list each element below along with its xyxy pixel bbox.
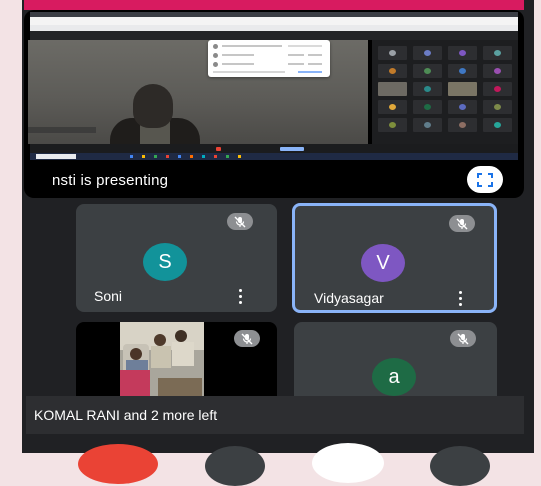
mute-indicator: [449, 215, 475, 232]
mute-indicator: [450, 330, 476, 347]
person-head: [133, 84, 173, 128]
more-vert-icon: [239, 289, 242, 292]
mute-indicator: [227, 213, 253, 230]
shared-camera-feed: [28, 40, 368, 144]
avatar-initial: S: [158, 250, 172, 273]
shared-meet-controls: [30, 144, 518, 153]
avatar-a: a: [372, 358, 416, 396]
participant-tile-vidyasagar[interactable]: V Vidyasagar: [292, 203, 497, 313]
shared-participants-popup: [208, 40, 330, 77]
fullscreen-icon: [477, 172, 493, 187]
participant-tile-soni[interactable]: S Soni: [76, 204, 277, 312]
shared-meet-header: [30, 31, 518, 40]
microphone-button[interactable]: [312, 443, 384, 483]
end-call-button[interactable]: [78, 444, 158, 484]
participant-name-vidyasagar: Vidyasagar: [314, 290, 384, 306]
camera-button[interactable]: [205, 446, 265, 486]
shared-participant-grid: [372, 40, 518, 144]
shared-taskbar: [30, 153, 518, 160]
presenting-label: nsti is presenting: [52, 172, 169, 189]
shared-browser-urlbar: [30, 17, 518, 25]
mic-off-icon: [241, 333, 253, 344]
shared-name-chip: [28, 127, 96, 133]
fullscreen-button[interactable]: [467, 166, 503, 193]
more-options-button[interactable]: [459, 291, 463, 306]
avatar-initial: V: [376, 251, 390, 274]
more-vert-icon: [459, 291, 462, 294]
mic-off-icon: [456, 218, 468, 229]
mic-off-icon: [457, 333, 469, 344]
top-strip: [24, 0, 524, 10]
avatar-vidyasagar: V: [361, 244, 405, 282]
avatar-initial: a: [388, 365, 400, 388]
mic-off-icon: [234, 216, 246, 227]
participant-video-feed: [120, 322, 204, 396]
toast-text: KOMAL RANI and 2 more left: [34, 407, 218, 423]
more-button[interactable]: [430, 446, 490, 486]
avatar-soni: S: [143, 243, 187, 281]
presentation-tile[interactable]: nsti is presenting: [24, 10, 524, 198]
participants-left-toast: KOMAL RANI and 2 more left: [26, 396, 524, 434]
mute-indicator: [234, 330, 260, 347]
participant-name-soni: Soni: [94, 288, 123, 304]
more-options-button[interactable]: [239, 289, 243, 304]
